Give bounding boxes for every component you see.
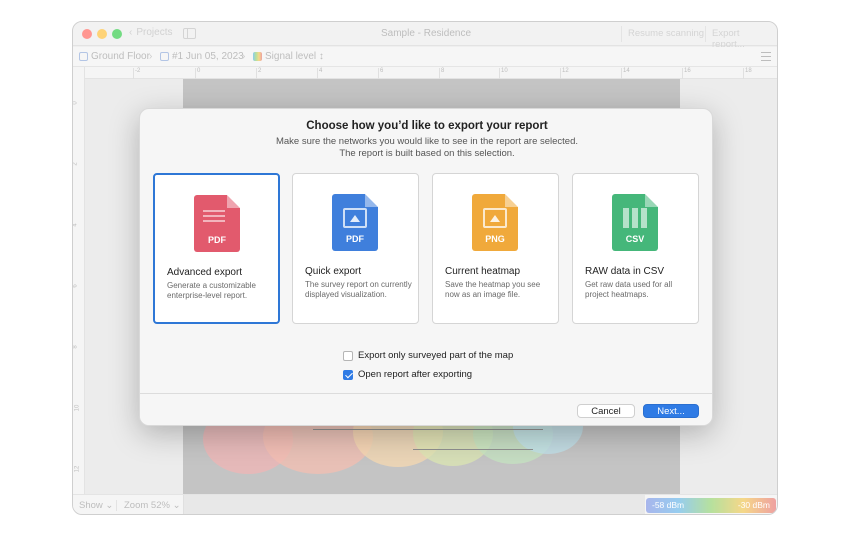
- option-description: Generate a customizable enterprise-level…: [167, 281, 256, 300]
- option-title: Advanced export: [167, 267, 243, 278]
- open-after-export-checkbox[interactable]: [343, 369, 353, 380]
- export-option-csv[interactable]: CSV RAW data in CSV Get raw data used fo…: [572, 173, 699, 324]
- file-type-badge: CSV: [625, 234, 645, 244]
- option-title: RAW data in CSV: [585, 266, 665, 277]
- file-type-badge: PDF: [208, 235, 226, 245]
- dialog-title: Choose how you’d like to export your rep…: [306, 120, 548, 132]
- checkbox-label: Export only surveyed part of the map: [358, 350, 514, 361]
- png-image-icon: PNG: [472, 194, 518, 251]
- export-option-quick[interactable]: PDF Quick export The survey report on cu…: [292, 173, 419, 324]
- open-after-export-checkbox-row[interactable]: Open report after exporting: [343, 369, 472, 380]
- surveyed-only-checkbox[interactable]: [343, 350, 353, 361]
- pdf-document-icon: PDF: [194, 195, 240, 252]
- pdf-document-icon: PDF: [332, 194, 378, 251]
- export-option-heatmap[interactable]: PNG Current heatmap Save the heatmap you…: [432, 173, 559, 324]
- csv-spreadsheet-icon: CSV: [612, 194, 658, 251]
- dialog-footer: Cancel Next...: [140, 393, 712, 425]
- option-title: Current heatmap: [445, 266, 521, 277]
- option-description: The survey report on currently displayed…: [305, 280, 412, 299]
- file-type-badge: PDF: [346, 234, 364, 244]
- option-description: Get raw data used for all project heatma…: [585, 280, 673, 299]
- surveyed-only-checkbox-row[interactable]: Export only surveyed part of the map: [343, 350, 513, 361]
- dialog-subtitle: The report is built based on this select…: [339, 148, 515, 159]
- option-description: Save the heatmap you see now as an image…: [445, 280, 541, 299]
- cancel-button[interactable]: Cancel: [577, 404, 635, 418]
- option-title: Quick export: [305, 266, 362, 277]
- dialog-subtitle: Make sure the networks you would like to…: [275, 136, 579, 147]
- file-type-badge: PNG: [485, 234, 505, 244]
- checkbox-label: Open report after exporting: [358, 369, 473, 380]
- export-option-advanced[interactable]: PDF Advanced export Generate a customiza…: [153, 173, 280, 324]
- next-button[interactable]: Next...: [643, 404, 699, 418]
- export-dialog: Choose how you’d like to export your rep…: [139, 108, 713, 426]
